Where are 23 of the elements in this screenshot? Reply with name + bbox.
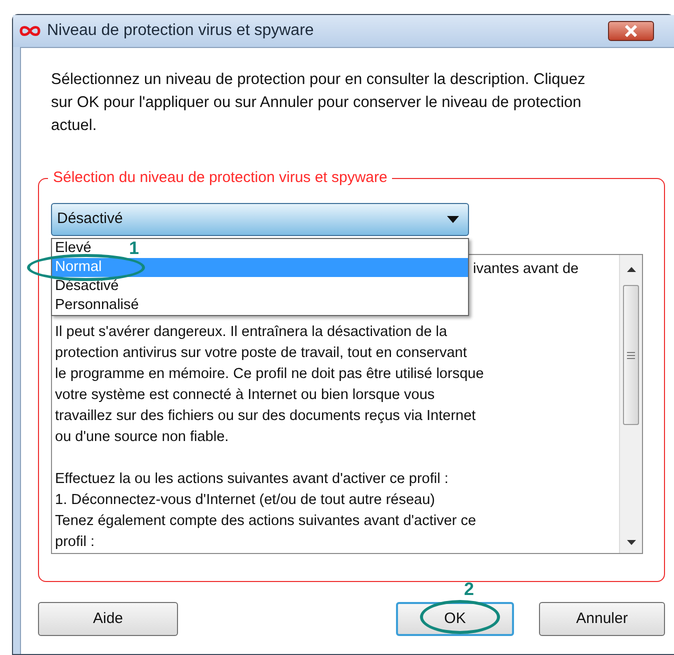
close-button[interactable] xyxy=(608,21,654,41)
description-text: ivantes avant de xyxy=(473,261,579,277)
description-paragraph: Effectuez la ou les actions suivantes avant d'activer ce profil : 1. Déconnectez-vous d'Internet (et/ou de tout autre réseau) Tenez également compte des actions suivantes avant d'activer ce profil : xyxy=(55,470,478,552)
window-title: Niveau de protection virus et spyware xyxy=(47,21,314,41)
grip-icon xyxy=(627,352,635,358)
dropdown-option[interactable]: Personnalisé xyxy=(52,296,142,315)
annotation-number: 2 xyxy=(464,580,474,598)
dialog-button[interactable]: Annuler xyxy=(539,602,665,636)
dialog-button[interactable]: OK xyxy=(396,602,514,636)
dialog-button[interactable]: Aide xyxy=(38,602,178,636)
scrollbar[interactable] xyxy=(619,255,642,553)
dropdown-option[interactable]: Désactivé xyxy=(52,277,122,296)
annotation-number: 1 xyxy=(129,239,140,257)
close-icon xyxy=(624,25,638,37)
description-paragraph: Il peut s'avérer dangereux. Il entraînera la désactivation de la protection antivirus sur votre poste de travail, tout en conservant le programme en mémoire. Ce profil ne doit pas être utilisé lorsque votre système est connecté à Internet ou bien lorsque vous travaillez sur des fichiers ou sur des documents reçus via Internet ou d'une source non fiable. xyxy=(55,323,485,447)
level-dropdown[interactable]: Désactivé xyxy=(51,203,469,236)
dropdown-option[interactable]: Elevé xyxy=(52,239,94,258)
scroll-down-icon[interactable] xyxy=(627,540,636,545)
infinity-logo-icon xyxy=(19,25,41,37)
scroll-thumb[interactable] xyxy=(623,285,639,425)
instruction-text: Sélectionnez un niveau de protection pour en consulter la description. Cliquez sur OK pour l'appliquer ou sur Annuler pour conserver le niveau de protection actuel. xyxy=(51,70,586,136)
dropdown-arrow-icon xyxy=(447,216,459,223)
scroll-up-icon[interactable] xyxy=(627,267,636,272)
